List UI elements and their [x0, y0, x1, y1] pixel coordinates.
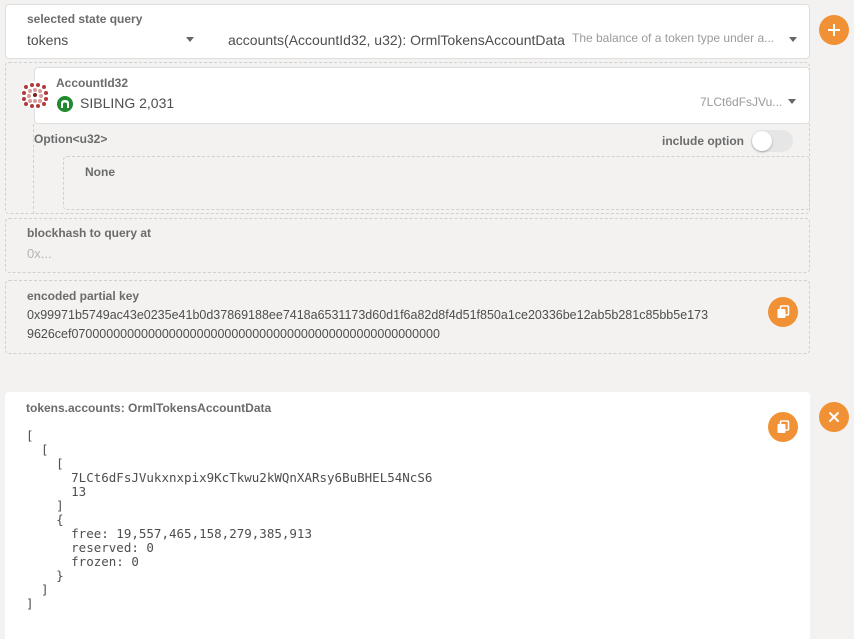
blockhash-label: blockhash to query at	[27, 226, 152, 240]
partial-key-line-2: 9626cef070000000000000000000000000000000…	[27, 327, 440, 341]
add-query-button[interactable]	[819, 15, 849, 45]
option-label: Option<u32>	[34, 132, 108, 146]
result-line: [	[26, 456, 64, 471]
result-label: tokens.accounts: OrmlTokensAccountData	[26, 401, 272, 415]
copy-icon	[777, 420, 790, 433]
result-line: {	[26, 512, 64, 527]
method-select[interactable]: accounts(AccountId32, u32): OrmlTokensAc…	[228, 32, 565, 48]
copy-key-button[interactable]	[768, 297, 798, 327]
close-icon	[829, 412, 839, 422]
method-doc: The balance of a token type under a...	[572, 31, 775, 45]
account-address-short: 7LCt6dFsJVu...	[700, 95, 783, 109]
result-line: frozen: 0	[26, 554, 139, 569]
copy-icon	[777, 305, 790, 318]
result-line: 13	[26, 484, 87, 499]
result-line: }	[26, 568, 64, 583]
toggle-knob	[752, 131, 772, 151]
result-line: free: 19,557,465,158,279,385,913	[26, 526, 312, 541]
result-line: ]	[26, 498, 64, 513]
remove-result-button[interactable]	[819, 402, 849, 432]
account-verified-icon	[57, 96, 73, 112]
module-chevron-down-icon[interactable]	[186, 37, 194, 42]
result-json: [ [ [ 7LCt6dFsJVukxnxpix9KcTkwu2kWQnXARs…	[26, 429, 766, 634]
partial-key-field: encoded partial key 0x99971b5749ac43e023…	[5, 280, 810, 354]
result-line: [	[26, 428, 34, 443]
option-value: None	[85, 165, 115, 179]
account-label: AccountId32	[56, 76, 129, 90]
plus-icon	[828, 24, 840, 36]
result-line: reserved: 0	[26, 540, 154, 555]
option-value-box: None	[63, 156, 810, 210]
result-line: 7LCt6dFsJVukxnxpix9KcTkwu2kWQnXARsy6BuBH…	[26, 470, 433, 485]
include-option-label: include option	[662, 134, 744, 148]
copy-result-button[interactable]	[768, 412, 798, 442]
partial-key-label: encoded partial key	[27, 289, 140, 303]
state-query-selector[interactable]: selected state query tokens accounts(Acc…	[5, 4, 810, 59]
blockhash-field[interactable]: blockhash to query at 0x...	[5, 218, 810, 273]
result-card: tokens.accounts: OrmlTokensAccountData […	[5, 392, 810, 639]
account-chevron-down-icon[interactable]	[788, 99, 796, 104]
account-field[interactable]: AccountId32 SIBLING 2,031 7LCt6dFsJVu...	[34, 67, 810, 124]
result-line: [	[26, 442, 49, 457]
include-option-toggle[interactable]	[751, 130, 793, 152]
blockhash-input[interactable]: 0x...	[27, 246, 52, 261]
result-line: ]	[26, 596, 34, 611]
method-chevron-down-icon[interactable]	[789, 37, 797, 42]
result-line: ]	[26, 582, 49, 597]
partial-key-line-1: 0x99971b5749ac43e0235e41b0d37869188ee741…	[27, 308, 709, 322]
account-name: SIBLING 2,031	[80, 95, 175, 111]
module-select[interactable]: tokens	[27, 32, 68, 48]
query-label: selected state query	[27, 12, 143, 26]
account-identicon-icon	[21, 81, 49, 109]
